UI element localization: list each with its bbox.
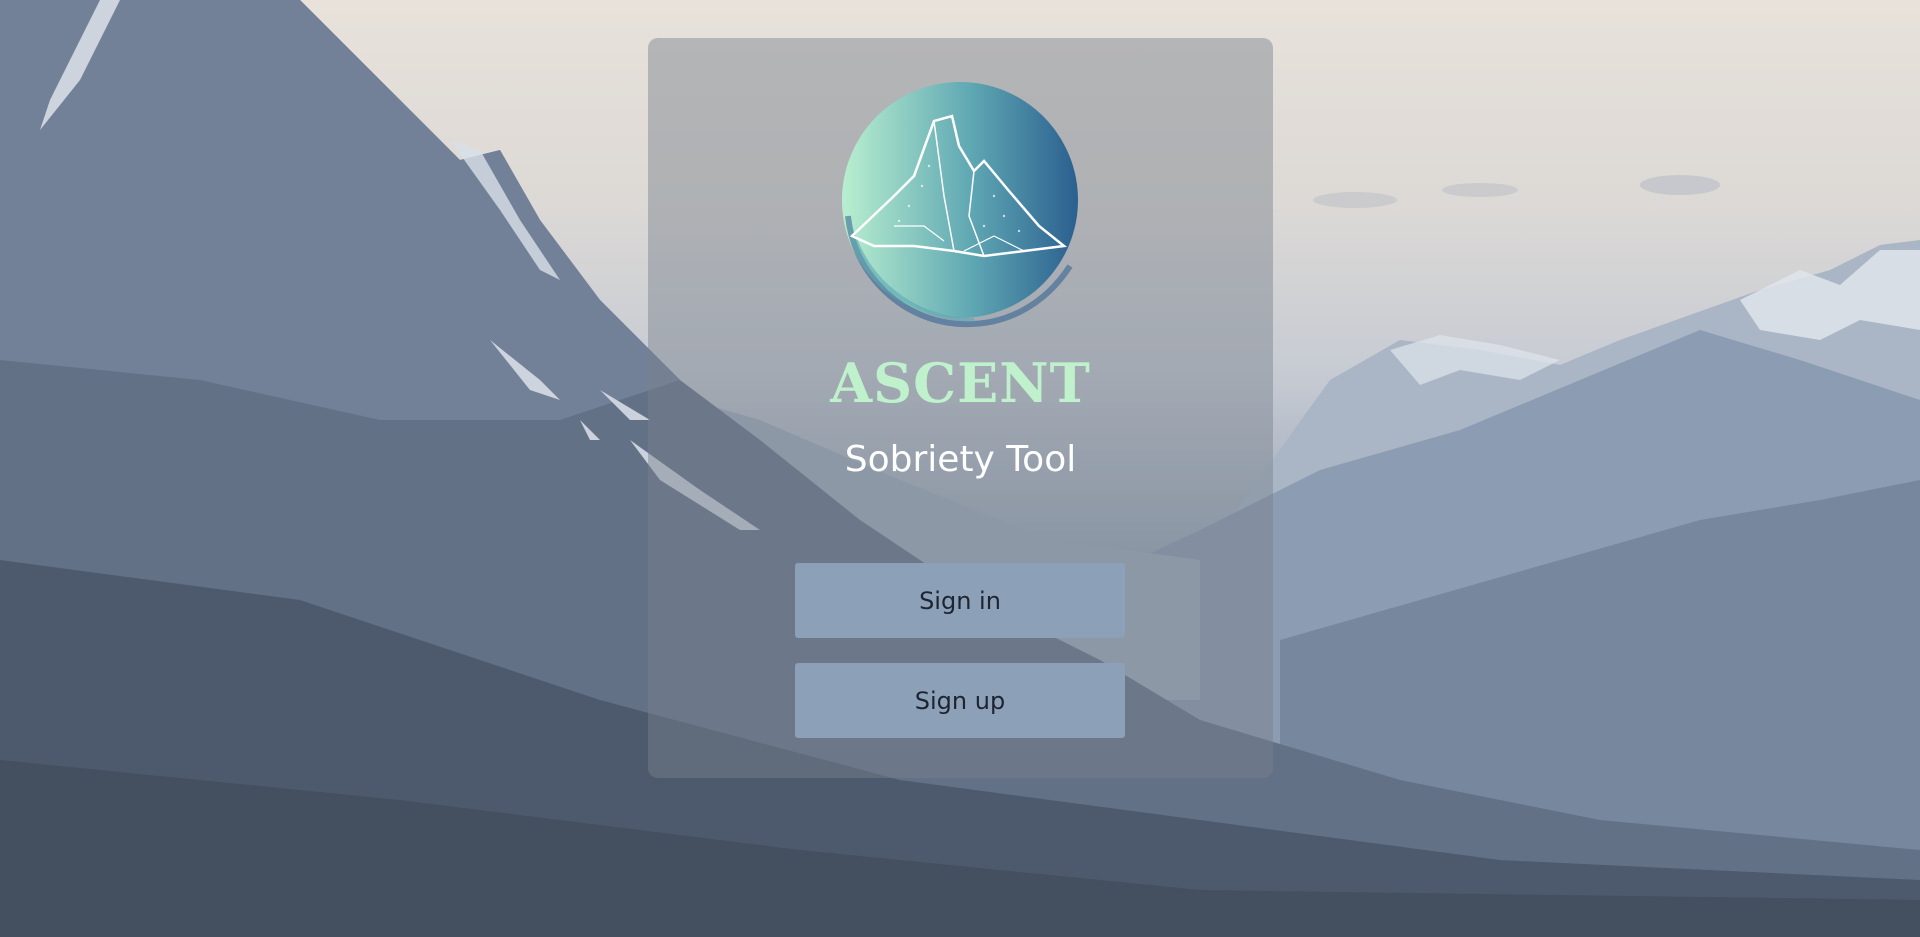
- sign-in-button[interactable]: Sign in: [795, 563, 1125, 638]
- app-tagline: Sobriety Tool: [844, 439, 1077, 480]
- app-name: ASCENT: [830, 351, 1091, 415]
- mountain-circle-logo-icon: [842, 82, 1078, 328]
- sign-up-button[interactable]: Sign up: [795, 663, 1125, 738]
